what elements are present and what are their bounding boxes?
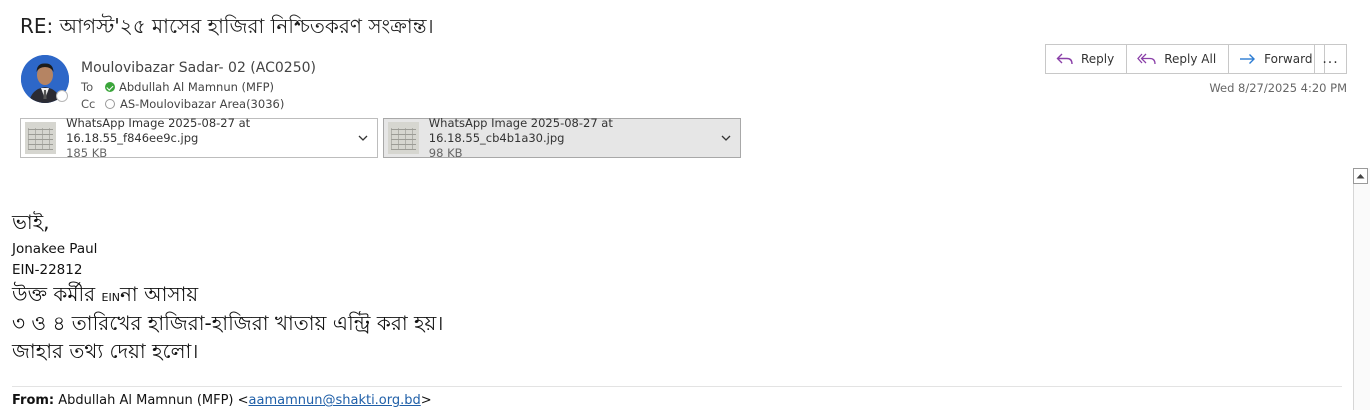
attachment-1[interactable]: WhatsApp Image 2025-08-27 at 16.18.55_f8… (20, 115, 378, 160)
image-thumbnail-icon (388, 122, 419, 154)
cc-line: Cc AS-Moulovibazar Area(3036) (81, 97, 284, 111)
reply-all-icon (1137, 53, 1156, 65)
cc-label: Cc (81, 97, 96, 111)
body-greeting: ভাই, (12, 210, 50, 234)
unknown-status-icon (105, 99, 115, 109)
body-line-1-ein: EIN (101, 291, 120, 304)
forward-label: Forward (1264, 52, 1313, 66)
attachment-size: 185 KB (66, 145, 108, 160)
to-label: To (81, 80, 94, 94)
attachment-name: WhatsApp Image 2025-08-27 at 16.18.55_cb… (428, 115, 613, 145)
reply-button[interactable]: Reply (1046, 45, 1128, 73)
reply-all-label: Reply All (1164, 52, 1217, 66)
cc-recipient[interactable]: AS-Moulovibazar Area(3036) (120, 97, 284, 111)
body-line-3: জাহার তথ্য দেয়া হলো। (12, 339, 199, 363)
quote-divider (12, 386, 1342, 387)
quoted-from-line: From: Abdullah Al Mamnun (MFP) <aamamnun… (12, 393, 432, 408)
image-thumbnail-icon (25, 122, 57, 154)
forward-icon (1240, 54, 1256, 64)
attachment-2[interactable]: WhatsApp Image 2025-08-27 at 16.18.55_cb… (383, 115, 741, 160)
attachment-size: 98 KB (428, 145, 463, 160)
vertical-scrollbar[interactable] (1353, 168, 1370, 410)
sender-name[interactable]: Moulovibazar Sadar- 02 (AC0250) (81, 60, 316, 76)
more-actions-button[interactable]: ... (1314, 44, 1347, 74)
quoted-from-name: Abdullah Al Mamnun (MFP) < (58, 393, 249, 408)
body-employee-name: Jonakee Paul (12, 241, 98, 257)
body-line-1-start: উক্ত কর্মীর (12, 282, 96, 306)
to-recipient[interactable]: Abdullah Al Mamnun (MFP) (119, 80, 274, 94)
more-icon: ... (1322, 51, 1339, 67)
body-employee-ein: EIN-22812 (12, 262, 83, 278)
chevron-down-icon[interactable] (720, 132, 732, 144)
arrow-up-icon (1356, 174, 1365, 179)
reply-label: Reply (1081, 52, 1115, 66)
presence-status-icon (56, 90, 68, 102)
body-line-1-end: না আসায় (119, 282, 199, 306)
quoted-from-email-link[interactable]: aamamnun@shakti.org.bd (249, 393, 421, 408)
available-status-icon (105, 82, 115, 92)
attachment-name: WhatsApp Image 2025-08-27 at 16.18.55_f8… (66, 115, 251, 145)
reply-all-button[interactable]: Reply All (1127, 45, 1230, 73)
forward-button[interactable]: Forward (1229, 45, 1324, 73)
reply-icon (1056, 53, 1073, 65)
quoted-from-label: From: (12, 393, 55, 408)
quoted-from-close: > (420, 393, 432, 408)
to-line: To Abdullah Al Mamnun (MFP) (81, 80, 274, 94)
email-subject: RE: আগস্ট'২৫ মাসের হাজিরা নিশ্চিতকরণ সংক… (20, 14, 434, 38)
chevron-down-icon[interactable] (357, 132, 369, 144)
received-date: Wed 8/27/2025 4:20 PM (1209, 81, 1347, 95)
response-toolbar: Reply Reply All Forward (1045, 44, 1326, 74)
scroll-up-button[interactable] (1353, 168, 1368, 184)
